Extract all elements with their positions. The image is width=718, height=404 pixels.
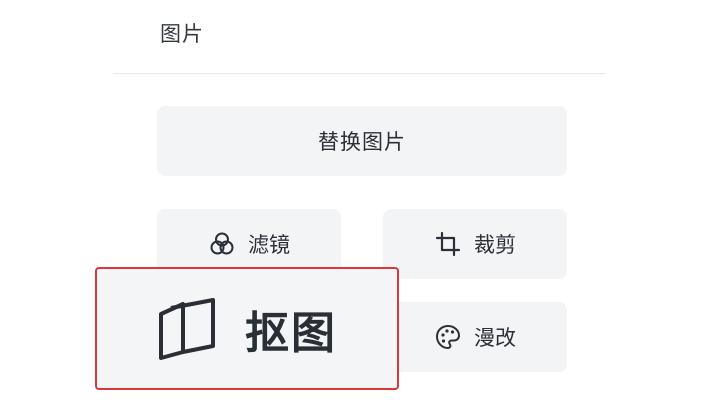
cutout-button[interactable]: 抠图 bbox=[95, 267, 399, 390]
section-title: 图片 bbox=[160, 22, 204, 46]
image-edit-panel: 图片 替换图片 滤镜 裁剪 漫改 抠图 bbox=[0, 0, 718, 404]
crop-icon bbox=[434, 230, 462, 258]
replace-image-button[interactable]: 替换图片 bbox=[157, 106, 567, 176]
palette-icon bbox=[434, 323, 462, 351]
cutout-icon bbox=[157, 296, 217, 362]
crop-button[interactable]: 裁剪 bbox=[383, 209, 567, 279]
divider bbox=[113, 73, 605, 74]
replace-image-label: 替换图片 bbox=[318, 130, 406, 154]
filter-label: 滤镜 bbox=[248, 233, 290, 257]
doodle-button[interactable]: 漫改 bbox=[383, 302, 567, 372]
color-circles-icon bbox=[208, 230, 236, 258]
cutout-label: 抠图 bbox=[245, 307, 337, 359]
doodle-label: 漫改 bbox=[474, 326, 516, 350]
crop-label: 裁剪 bbox=[474, 233, 516, 257]
